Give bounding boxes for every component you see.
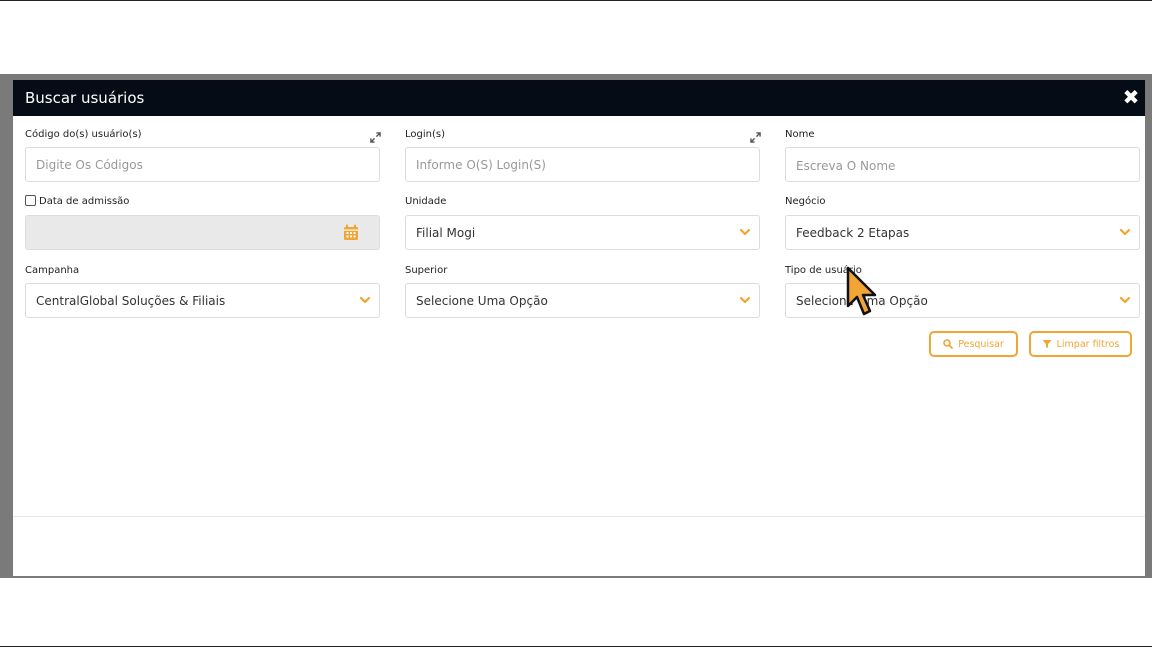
codigos-input[interactable]: Digite Os Códigos: [25, 147, 380, 182]
chevron-down-icon: [1119, 228, 1131, 236]
campanha-value: CentralGlobal Soluções & Filiais: [36, 294, 226, 308]
nome-placeholder: Escreva O Nome: [796, 159, 896, 173]
close-icon: ✖: [1122, 85, 1140, 109]
tipo-usuario-select[interactable]: Selecione Uma Opção: [785, 283, 1140, 318]
screen: Buscar usuários ✖ Código do(s) usuário(s…: [0, 0, 1152, 648]
negocio-select[interactable]: Feedback 2 Etapas: [785, 215, 1140, 250]
close-button[interactable]: ✖: [1121, 86, 1141, 108]
admissao-label: Data de admissão: [39, 196, 130, 207]
modal-footer-divider: [13, 516, 1145, 517]
mouse-pointer-icon: [846, 266, 877, 316]
admissao-checkbox[interactable]: [25, 195, 36, 206]
unidade-select[interactable]: Filial Mogi: [405, 215, 760, 250]
campanha-label: Campanha: [25, 265, 80, 276]
login-placeholder: Informe O(S) Login(S): [416, 158, 546, 172]
nome-label: Nome: [785, 129, 815, 140]
modal-header: Buscar usuários ✖: [13, 80, 1145, 116]
login-input[interactable]: Informe O(S) Login(S): [405, 147, 760, 182]
superior-select[interactable]: Selecione Uma Opção: [405, 283, 760, 318]
codigos-label: Código do(s) usuário(s): [25, 129, 142, 140]
admissao-date-input[interactable]: [25, 215, 380, 250]
superior-value: Selecione Uma Opção: [416, 294, 548, 308]
codigos-placeholder: Digite Os Códigos: [36, 158, 143, 172]
calendar-icon[interactable]: [343, 224, 359, 241]
bottom-border: [0, 646, 1152, 647]
filter-icon: [1042, 340, 1052, 348]
superior-label: Superior: [405, 265, 448, 276]
search-users-modal: Buscar usuários ✖ Código do(s) usuário(s…: [13, 80, 1145, 576]
search-icon: [943, 339, 954, 349]
nome-input[interactable]: Escreva O Nome: [785, 147, 1140, 182]
campanha-select[interactable]: CentralGlobal Soluções & Filiais: [25, 283, 380, 318]
login-label: Login(s): [405, 129, 445, 140]
negocio-value: Feedback 2 Etapas: [796, 226, 910, 240]
chevron-down-icon: [1119, 296, 1131, 304]
chevron-down-icon: [359, 296, 371, 304]
top-border: [0, 0, 1152, 1]
pesquisar-button[interactable]: Pesquisar: [929, 331, 1018, 357]
unidade-value: Filial Mogi: [416, 226, 476, 240]
unidade-label: Unidade: [405, 196, 447, 207]
negocio-label: Negócio: [785, 196, 826, 207]
limpar-filtros-button[interactable]: Limpar filtros: [1029, 331, 1132, 357]
chevron-down-icon: [739, 228, 751, 236]
expand-icon[interactable]: [750, 132, 761, 143]
expand-icon[interactable]: [370, 132, 381, 143]
modal-title: Buscar usuários: [25, 89, 145, 107]
chevron-down-icon: [739, 296, 751, 304]
limpar-filtros-label: Limpar filtros: [1056, 338, 1120, 350]
pesquisar-label: Pesquisar: [958, 338, 1004, 350]
